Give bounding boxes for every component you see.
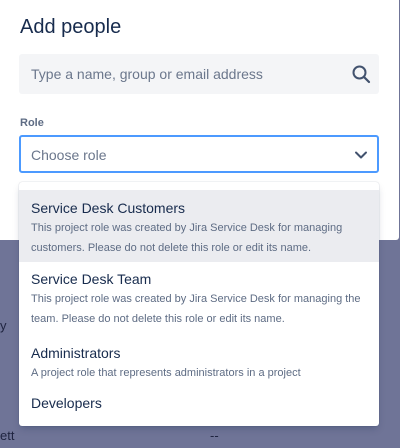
role-select-placeholder: Choose role — [31, 147, 107, 163]
people-search-input[interactable] — [19, 54, 339, 94]
role-option-description: This project role was created by Jira Se… — [31, 222, 343, 254]
role-option-developers[interactable]: Developers — [19, 386, 379, 422]
background-text-fragment: -- — [210, 428, 219, 443]
screen: y ett -- Add people Role Choose role — [0, 0, 400, 448]
people-search-field[interactable] — [19, 54, 379, 94]
dialog-title: Add people — [20, 16, 122, 38]
role-option-administrators[interactable]: Administrators A project role that repre… — [19, 336, 379, 384]
role-option-description: A project role that represents administr… — [31, 367, 301, 379]
role-option-name: Service Desk Customers — [31, 200, 186, 216]
background-text-fragment: y — [0, 318, 7, 333]
role-option-name: Service Desk Team — [31, 271, 152, 287]
chevron-down-icon[interactable] — [353, 147, 369, 163]
role-label: Role — [20, 117, 44, 129]
role-select[interactable]: Choose role — [19, 135, 379, 173]
role-dropdown-menu: Service Desk Customers This project role… — [19, 182, 379, 426]
background-text-fragment: ett — [0, 428, 15, 443]
role-option-name: Administrators — [31, 345, 121, 361]
role-option-service-desk-team[interactable]: Service Desk Team This project role was … — [19, 262, 379, 332]
search-icon[interactable] — [351, 64, 371, 84]
role-option-service-desk-customers[interactable]: Service Desk Customers This project role… — [19, 190, 379, 262]
role-option-name: Developers — [31, 395, 102, 411]
role-option-description: This project role was created by Jira Se… — [31, 293, 361, 325]
